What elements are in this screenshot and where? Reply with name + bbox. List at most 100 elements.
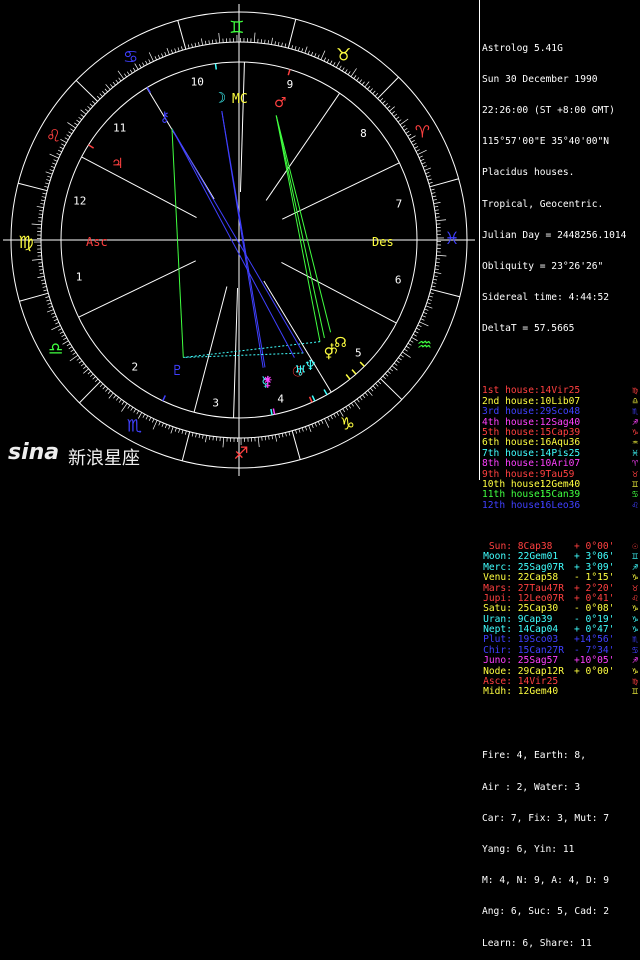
degree-tick (39, 270, 43, 271)
degree-tick (79, 117, 82, 119)
degree-tick (83, 369, 88, 374)
degree-tick (44, 290, 48, 291)
degree-tick (39, 266, 43, 267)
degree-tick (404, 349, 407, 351)
degree-tick (334, 414, 336, 418)
degree-tick (37, 276, 44, 277)
degree-tick (258, 437, 259, 447)
planet-row: Mars: 27Tau47R+ 2°20'♉ (482, 584, 638, 594)
degree-tick (181, 46, 182, 50)
planet-position: 25Cap30 (518, 604, 558, 614)
planet-icon: ⚷ (160, 110, 170, 126)
degree-tick (418, 325, 422, 327)
degree-tick (365, 393, 368, 396)
planet-position-tick (163, 395, 166, 400)
aspect-line (172, 129, 294, 358)
degree-tick (396, 360, 399, 362)
degree-tick (165, 52, 166, 56)
planet-name: Sun: (482, 542, 512, 552)
degree-tick (44, 186, 48, 187)
degree-tick (185, 431, 186, 435)
house-row: 10th house: 12Gem40♊ (482, 480, 638, 490)
planet-name: Nept: (482, 625, 512, 635)
planet-sign-icon: ♑ (632, 604, 638, 614)
degree-tick (58, 150, 62, 152)
sign-boundary-line (378, 77, 399, 98)
degree-tick (342, 68, 344, 71)
degree-tick (389, 107, 394, 112)
degree-tick (134, 409, 136, 412)
degree-tick (378, 381, 381, 384)
degree-tick (357, 77, 359, 80)
degree-tick (201, 38, 202, 45)
aspect-line (222, 111, 265, 367)
planet-latitude: + 0°47' (574, 625, 614, 635)
degree-tick (373, 91, 376, 94)
sign-boundary-line (292, 431, 300, 460)
summary-line: Ang: 6, Suc: 5, Cad: 2 (482, 907, 638, 917)
planet-name: Uran: (482, 615, 512, 625)
degree-tick (318, 421, 320, 425)
degree-tick (37, 206, 44, 207)
planet-icon: ⚵ (263, 374, 273, 390)
planet-name: Venu: (482, 573, 512, 583)
degree-tick (430, 293, 434, 294)
sign-boundary-line (288, 19, 295, 48)
degree-tick (146, 416, 148, 420)
header-line: Sun 30 December 1990 (482, 75, 638, 85)
degree-tick (295, 46, 296, 50)
degree-tick (167, 48, 169, 55)
degree-tick (435, 269, 439, 270)
degree-tick (272, 435, 273, 439)
zodiac-sign-icon: ♈ (415, 123, 430, 143)
planet-position: 29Cap12R (518, 667, 564, 677)
degree-tick (370, 89, 373, 92)
house-cusp-line (79, 261, 196, 317)
degree-tick (360, 397, 362, 400)
degree-tick (162, 423, 164, 427)
degree-tick (435, 210, 439, 211)
house-position: 16Leo36 (540, 501, 580, 511)
degree-tick (426, 172, 430, 173)
degree-tick (69, 347, 72, 349)
degree-tick (380, 98, 383, 101)
planet-name: Chir: (482, 646, 512, 656)
asc-label: Asc (86, 235, 108, 249)
planet-latitude: +14°56' (574, 635, 614, 645)
degree-tick (155, 56, 157, 60)
degree-tick (43, 286, 47, 287)
degree-tick (51, 313, 55, 314)
degree-tick (400, 355, 403, 357)
degree-tick (402, 125, 405, 127)
header-line: Tropical, Geocentric. (482, 200, 638, 210)
house-label: 12th house: (482, 501, 534, 511)
degree-tick (382, 101, 385, 104)
degree-tick (182, 430, 183, 434)
degree-tick (390, 368, 393, 371)
planet-row: Merc: 25Sag07R+ 3°09'♐ (482, 563, 638, 573)
degree-tick (223, 437, 224, 447)
planet-position-tick (271, 409, 272, 415)
degree-tick (265, 436, 266, 440)
degree-tick (315, 423, 317, 427)
planet-name: Midh: (482, 687, 512, 697)
degree-tick (113, 82, 115, 85)
summary-line: Fire: 4, Earth: 8, (482, 751, 638, 761)
degree-tick (52, 316, 56, 318)
degree-tick (188, 45, 189, 49)
planet-sign-icon: ♋ (632, 646, 638, 656)
house-cusp-line (281, 262, 396, 323)
degree-tick (434, 206, 438, 207)
degree-tick (275, 41, 276, 45)
degree-tick (425, 309, 429, 310)
degree-tick (308, 51, 309, 55)
degree-tick (271, 38, 272, 45)
house-number: 4 (277, 393, 284, 406)
degree-tick (343, 409, 345, 412)
house-number: 1 (76, 270, 83, 283)
header-line: Sidereal time: 4:44:52 (482, 293, 638, 303)
house-row: 11th house: 15Can39♋ (482, 490, 638, 500)
degree-tick (431, 189, 435, 190)
degree-tick (43, 193, 47, 194)
summary-line: Car: 7, Fix: 3, Mut: 7 (482, 814, 638, 824)
